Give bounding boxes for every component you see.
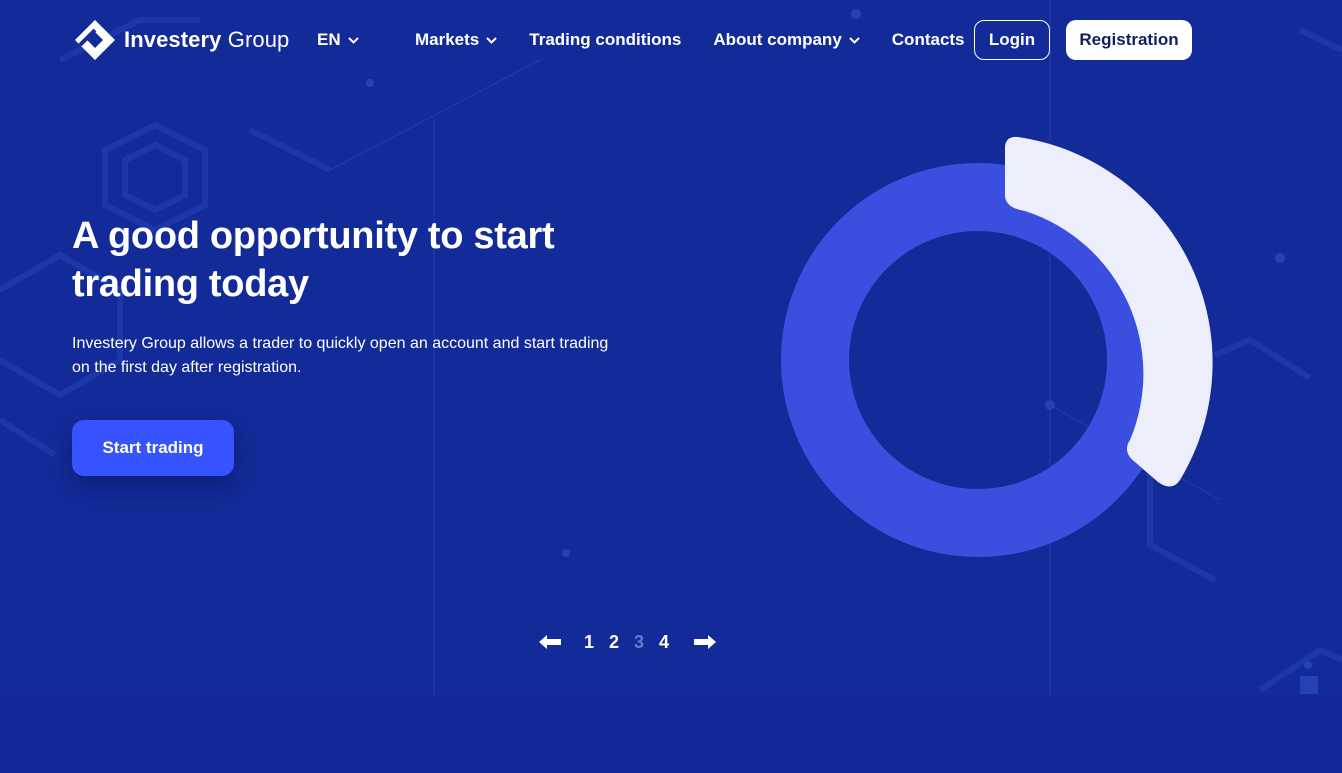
logo-text-bold: Investery [124,27,222,52]
main-nav: Markets Trading conditions About company… [415,30,965,50]
start-trading-button[interactable]: Start trading [72,420,234,476]
logo-text: Investery Group [124,27,289,53]
page-numbers: 1 2 3 4 [584,632,669,653]
hero-section: Investery Group EN Markets Trading condi… [0,0,1342,695]
nav-item-label: Trading conditions [529,30,682,49]
chevron-down-icon [486,36,497,44]
page-4[interactable]: 4 [659,632,669,653]
language-selector[interactable]: EN [317,30,359,50]
arrow-left-icon[interactable] [538,634,562,650]
language-label: EN [317,30,341,49]
nav-item-label: About company [713,30,842,49]
nav-item-about-company[interactable]: About company [713,30,860,50]
nav-item-trading-conditions[interactable]: Trading conditions [529,30,681,50]
chevron-down-icon [347,36,359,44]
logo-text-light: Group [227,27,290,52]
nav-item-label: Contacts [891,30,965,49]
next-section [0,695,1342,773]
chevron-down-icon [849,36,860,44]
page-1[interactable]: 1 [584,632,594,653]
slider-pagination: 1 2 3 4 [538,630,717,654]
login-button[interactable]: Login [974,20,1050,60]
hero-title: A good opportunity to start trading toda… [72,215,555,305]
nav-item-contacts[interactable]: Contacts [892,30,965,50]
nav-item-label: Markets [415,30,480,49]
page-3-active[interactable]: 3 [634,632,644,653]
donut-illustration [781,136,1213,557]
logo[interactable]: Investery Group [74,18,289,62]
logo-icon [75,20,115,60]
page-2[interactable]: 2 [609,632,619,653]
arrow-right-icon[interactable] [693,634,717,650]
registration-button[interactable]: Registration [1066,20,1192,60]
nav-item-markets[interactable]: Markets [415,30,497,50]
hero-description: Investery Group allows a trader to quick… [72,335,609,376]
